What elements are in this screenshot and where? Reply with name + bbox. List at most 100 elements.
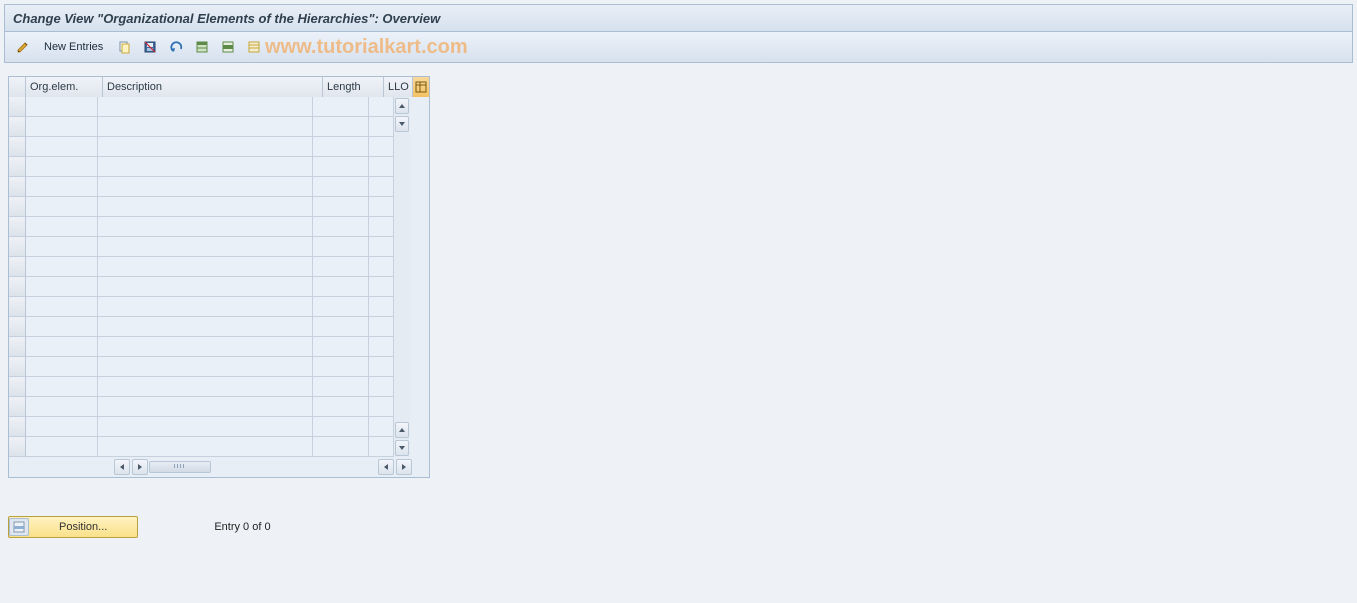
- cell-length[interactable]: [313, 337, 369, 357]
- cell-llo[interactable]: [369, 117, 393, 137]
- column-header-description[interactable]: Description: [103, 77, 323, 97]
- cell-llo[interactable]: [369, 297, 393, 317]
- cell-length[interactable]: [313, 97, 369, 117]
- row-selector[interactable]: [9, 177, 26, 197]
- cell-org-elem[interactable]: [26, 437, 98, 457]
- cell-length[interactable]: [313, 417, 369, 437]
- cell-org-elem[interactable]: [26, 377, 98, 397]
- scroll-up-button[interactable]: [395, 98, 409, 114]
- scroll-right-step-button[interactable]: [132, 459, 148, 475]
- select-all-button[interactable]: [192, 37, 212, 57]
- cell-length[interactable]: [313, 137, 369, 157]
- cell-length[interactable]: [313, 377, 369, 397]
- row-selector[interactable]: [9, 417, 26, 437]
- scroll-down-button[interactable]: [395, 440, 409, 456]
- cell-llo[interactable]: [369, 337, 393, 357]
- row-selector[interactable]: [9, 377, 26, 397]
- copy-as-button[interactable]: [114, 37, 134, 57]
- row-selector[interactable]: [9, 317, 26, 337]
- cell-org-elem[interactable]: [26, 397, 98, 417]
- cell-description[interactable]: [98, 297, 313, 317]
- cell-llo[interactable]: [369, 237, 393, 257]
- cell-length[interactable]: [313, 177, 369, 197]
- row-selector[interactable]: [9, 337, 26, 357]
- row-selector[interactable]: [9, 357, 26, 377]
- horizontal-scroll-thumb[interactable]: [149, 461, 211, 473]
- cell-llo[interactable]: [369, 177, 393, 197]
- cell-org-elem[interactable]: [26, 157, 98, 177]
- cell-length[interactable]: [313, 397, 369, 417]
- new-entries-button[interactable]: New Entries: [39, 37, 108, 57]
- cell-description[interactable]: [98, 317, 313, 337]
- cell-length[interactable]: [313, 237, 369, 257]
- cell-org-elem[interactable]: [26, 177, 98, 197]
- row-selector[interactable]: [9, 97, 26, 117]
- cell-org-elem[interactable]: [26, 237, 98, 257]
- cell-length[interactable]: [313, 117, 369, 137]
- cell-description[interactable]: [98, 357, 313, 377]
- scroll-left-step-button[interactable]: [378, 459, 394, 475]
- select-block-button[interactable]: [218, 37, 238, 57]
- cell-description[interactable]: [98, 97, 313, 117]
- cell-org-elem[interactable]: [26, 97, 98, 117]
- cell-org-elem[interactable]: [26, 417, 98, 437]
- cell-description[interactable]: [98, 377, 313, 397]
- cell-length[interactable]: [313, 197, 369, 217]
- cell-llo[interactable]: [369, 257, 393, 277]
- table-settings-button[interactable]: [412, 77, 429, 97]
- scroll-up-step-button[interactable]: [395, 422, 409, 438]
- delete-button[interactable]: [140, 37, 160, 57]
- cell-description[interactable]: [98, 157, 313, 177]
- deselect-all-button[interactable]: [244, 37, 264, 57]
- cell-org-elem[interactable]: [26, 257, 98, 277]
- cell-llo[interactable]: [369, 137, 393, 157]
- cell-length[interactable]: [313, 257, 369, 277]
- column-header-org-elem[interactable]: Org.elem.: [26, 77, 103, 97]
- cell-length[interactable]: [313, 277, 369, 297]
- cell-org-elem[interactable]: [26, 357, 98, 377]
- cell-description[interactable]: [98, 217, 313, 237]
- cell-llo[interactable]: [369, 317, 393, 337]
- column-header-llo[interactable]: LLO: [384, 77, 412, 97]
- cell-llo[interactable]: [369, 217, 393, 237]
- row-selector[interactable]: [9, 297, 26, 317]
- cell-llo[interactable]: [369, 157, 393, 177]
- scroll-right-button[interactable]: [396, 459, 412, 475]
- cell-org-elem[interactable]: [26, 337, 98, 357]
- change-display-button[interactable]: [13, 37, 33, 57]
- scroll-down-step-button[interactable]: [395, 116, 409, 132]
- column-header-length[interactable]: Length: [323, 77, 384, 97]
- cell-llo[interactable]: [369, 277, 393, 297]
- cell-description[interactable]: [98, 257, 313, 277]
- scroll-left-button[interactable]: [114, 459, 130, 475]
- row-selector[interactable]: [9, 117, 26, 137]
- row-selector[interactable]: [9, 277, 26, 297]
- row-selector[interactable]: [9, 237, 26, 257]
- cell-llo[interactable]: [369, 417, 393, 437]
- row-selector[interactable]: [9, 437, 26, 457]
- cell-llo[interactable]: [369, 97, 393, 117]
- undo-button[interactable]: [166, 37, 186, 57]
- row-selector[interactable]: [9, 157, 26, 177]
- cell-description[interactable]: [98, 177, 313, 197]
- cell-org-elem[interactable]: [26, 277, 98, 297]
- row-selector[interactable]: [9, 197, 26, 217]
- vertical-scrollbar[interactable]: [393, 97, 410, 457]
- cell-llo[interactable]: [369, 197, 393, 217]
- cell-llo[interactable]: [369, 397, 393, 417]
- cell-description[interactable]: [98, 137, 313, 157]
- row-selector[interactable]: [9, 137, 26, 157]
- row-selector[interactable]: [9, 257, 26, 277]
- cell-org-elem[interactable]: [26, 137, 98, 157]
- cell-llo[interactable]: [369, 357, 393, 377]
- cell-length[interactable]: [313, 357, 369, 377]
- cell-description[interactable]: [98, 337, 313, 357]
- cell-org-elem[interactable]: [26, 317, 98, 337]
- cell-org-elem[interactable]: [26, 197, 98, 217]
- cell-description[interactable]: [98, 277, 313, 297]
- cell-org-elem[interactable]: [26, 217, 98, 237]
- cell-description[interactable]: [98, 437, 313, 457]
- cell-org-elem[interactable]: [26, 117, 98, 137]
- row-selector[interactable]: [9, 217, 26, 237]
- cell-length[interactable]: [313, 437, 369, 457]
